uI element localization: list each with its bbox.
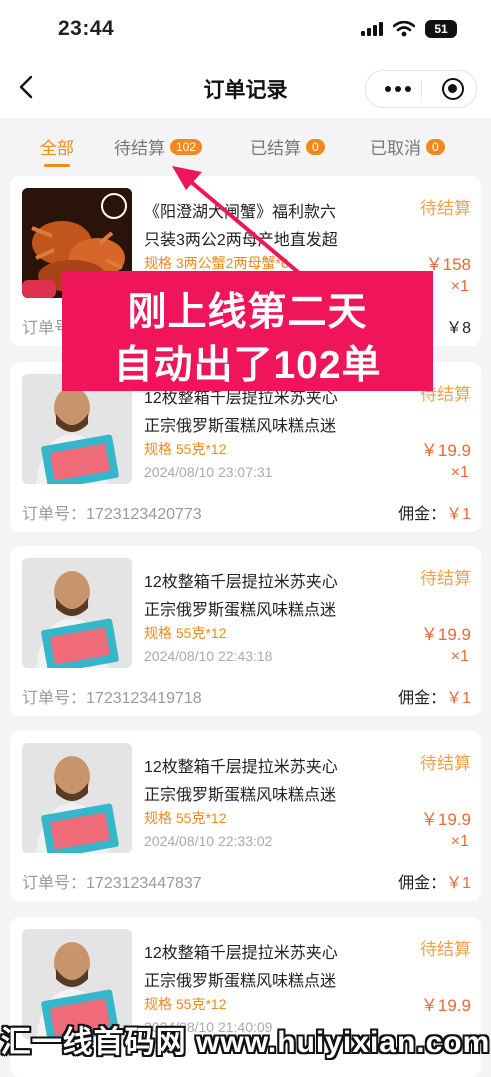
order-number-row: 订单号：1723123420773 [22,500,202,524]
product-title-line2: 正宗俄罗斯蛋糕风味糕点迷 [144,602,337,619]
product-title-line1: 12枚整箱千层提拉米苏夹心 [144,945,338,962]
commission-label: 佣金： [398,690,447,707]
order-number: 1723123419718 [86,690,202,707]
commission-value: ￥1 [446,690,471,707]
order-quantity: ×1 [450,833,469,850]
order-date: 2024/08/10 22:33:02 [144,833,273,849]
order-card[interactable]: 12枚整箱千层提拉米苏夹心 正宗俄罗斯蛋糕风味糕点迷 规格 55克*12 202… [10,731,481,901]
watermark-text: 汇一线首码网 www.huiyixian.com [0,1026,491,1059]
order-number-row: 订单号：1723123447837 [22,869,202,893]
order-price: ￥19.9 [420,996,471,1015]
order-quantity: ×1 [450,464,469,481]
commission-row: 佣金：￥1 [398,869,471,893]
order-status: 待结算 [420,754,471,773]
order-price: ￥19.9 [420,625,471,644]
watermark: 汇一线首码网 www.huiyixian.com [0,1018,491,1060]
product-title-line2: 正宗俄罗斯蛋糕风味糕点迷 [144,418,337,435]
order-number-label: 订单号： [22,506,87,523]
product-spec: 规格 55克*12 [144,625,227,641]
product-spec: 规格 55克*12 [144,810,227,826]
commission-value: ￥1 [446,875,471,892]
promo-line1: 刚上线第二天 [127,291,368,334]
order-date: 2024/08/10 22:43:18 [144,648,273,664]
order-number-label: 订单号： [22,690,87,707]
order-number-row: 订单号：1723123419718 [22,684,202,708]
commission-row: 佣金：￥1 [398,684,471,708]
product-image-cake [22,743,132,853]
product-spec: 规格 55克*12 [144,996,227,1012]
order-number: 1723123447837 [86,875,202,892]
commission-row: 佣金：￥1 [398,500,471,524]
product-title-line1: 12枚整箱千层提拉米苏夹心 [144,759,338,776]
product-title-line2: 正宗俄罗斯蛋糕风味糕点迷 [144,787,337,804]
cake-image [22,743,132,853]
order-price: ￥19.9 [420,810,471,829]
order-status: 待结算 [420,940,471,959]
order-number-label: 订单号： [22,875,87,892]
promo-line2: 自动出了102单 [113,344,382,387]
product-title-line1: 12枚整箱千层提拉米苏夹心 [144,574,338,591]
commission-value: ￥1 [446,506,471,523]
product-spec: 规格 55克*12 [144,441,227,457]
product-title-line2: 正宗俄罗斯蛋糕风味糕点迷 [144,973,337,990]
product-image-cake [22,558,132,668]
order-date: 2024/08/10 23:07:31 [144,464,273,480]
commission-label: 佣金： [398,506,447,523]
order-number: 1723123420773 [86,506,202,523]
order-price: ￥19.9 [420,441,471,460]
order-quantity: ×1 [450,648,469,665]
cake-image [22,558,132,668]
order-card[interactable]: 12枚整箱千层提拉米苏夹心 正宗俄罗斯蛋糕风味糕点迷 规格 55克*12 202… [10,546,481,716]
order-status: 待结算 [420,569,471,588]
commission-label: 佣金： [398,875,447,892]
promo-overlay: 刚上线第二天 自动出了102单 [62,271,433,391]
